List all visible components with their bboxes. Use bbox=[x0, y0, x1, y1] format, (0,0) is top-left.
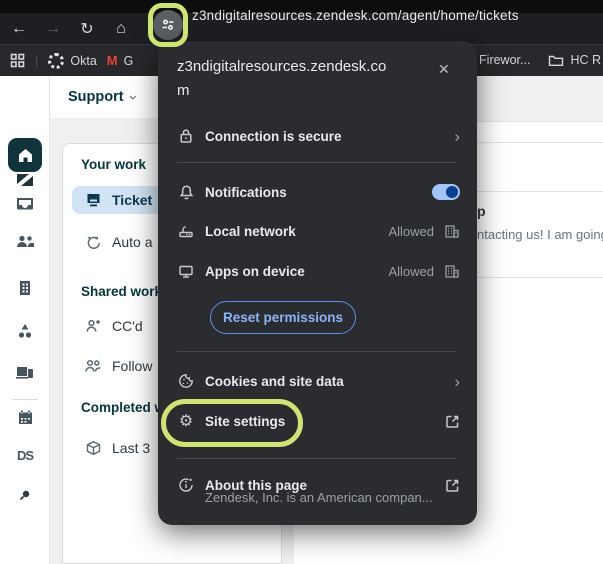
screenshot-stage: ← → ↻ ⌂ z3ndigitalresources.zendesk.com/… bbox=[0, 0, 603, 564]
back-icon: ← bbox=[11, 19, 27, 37]
popup-divider bbox=[177, 351, 456, 352]
info-icon bbox=[177, 477, 195, 493]
connection-secure-label: Connection is secure bbox=[205, 128, 342, 144]
external-link-icon bbox=[445, 414, 460, 429]
popup-site-title-line2: m bbox=[177, 82, 190, 99]
apps-on-device-label: Apps on device bbox=[205, 263, 305, 279]
highlight-ring-site-settings bbox=[161, 399, 303, 447]
nav-item-tickets-label: Ticket bbox=[112, 192, 153, 208]
notifications-label: Notifications bbox=[205, 184, 287, 200]
reset-permissions-label: Reset permissions bbox=[222, 310, 344, 325]
popup-divider bbox=[177, 162, 456, 163]
home-filled-icon bbox=[17, 147, 34, 164]
section-heading-your-work: Your work bbox=[81, 157, 147, 172]
sidebar-item-views[interactable] bbox=[0, 194, 50, 212]
address-bar-url[interactable]: z3ndigitalresources.zendesk.com/agent/ho… bbox=[192, 0, 519, 31]
close-icon: ✕ bbox=[438, 61, 450, 77]
policy-building-icon bbox=[444, 224, 460, 239]
sidebar-item-reporting[interactable] bbox=[0, 322, 50, 340]
auto-assign-icon bbox=[84, 234, 102, 251]
nav-item-ccd-label: CC'd bbox=[112, 318, 143, 334]
highlight-ring-tune-icon bbox=[148, 3, 188, 47]
notifications-row: Notifications bbox=[177, 177, 460, 207]
home-button[interactable]: ⌂ bbox=[106, 16, 136, 42]
sidebar-item-customers[interactable] bbox=[0, 234, 50, 250]
bookmark-folder-hc[interactable]: HC R bbox=[548, 53, 601, 67]
gmail-icon: M bbox=[106, 53, 118, 68]
popup-site-title-line1: z3ndigitalresources.zendesk.co bbox=[177, 58, 387, 75]
apps-on-device-status: Allowed bbox=[388, 263, 434, 279]
chevron-down-icon: › bbox=[124, 94, 142, 100]
toggle-knob bbox=[446, 186, 458, 198]
ticket-subject-fragment[interactable]: p bbox=[477, 203, 486, 219]
connection-secure-row[interactable]: Connection is secure › bbox=[177, 121, 460, 151]
people-icon bbox=[84, 358, 102, 374]
home-icon: ⌂ bbox=[116, 19, 126, 37]
okta-icon bbox=[48, 52, 65, 69]
close-button[interactable]: ✕ bbox=[438, 61, 450, 78]
cookie-icon bbox=[177, 373, 195, 389]
forward-icon: → bbox=[45, 19, 61, 37]
ticket-preview-fragment: ntacting us! I am going to bbox=[477, 227, 603, 242]
sidebar-item-calendar[interactable] bbox=[0, 409, 50, 426]
nav-item-following-label: Follow bbox=[112, 358, 153, 374]
bookmark-gmail[interactable]: M G bbox=[107, 53, 134, 68]
chevron-right-icon: › bbox=[454, 126, 460, 146]
bell-icon bbox=[177, 184, 195, 200]
apps-on-device-row: Apps on device Allowed bbox=[177, 256, 460, 286]
ticket-icon bbox=[84, 192, 102, 208]
sidebar-item-app-ds[interactable]: DS bbox=[0, 448, 50, 463]
nav-item-last-30-label: Last 3 bbox=[112, 440, 151, 456]
ds-app-icon: DS bbox=[16, 448, 34, 463]
apps-grid-icon bbox=[10, 53, 25, 68]
section-heading-completed-work: Completed w bbox=[81, 400, 166, 415]
site-info-popup: z3ndigitalresources.zendesk.co m ✕ Conne… bbox=[158, 41, 477, 525]
bookmark-okta[interactable]: Okta bbox=[48, 52, 97, 69]
back-button[interactable]: ← bbox=[4, 16, 34, 42]
sidebar-item-guide[interactable] bbox=[0, 364, 50, 381]
notifications-toggle[interactable] bbox=[432, 184, 460, 200]
forward-button[interactable]: → bbox=[38, 16, 68, 42]
cookies-label: Cookies and site data bbox=[205, 373, 344, 389]
about-this-page-subtitle: Zendesk, Inc. is an American compan... bbox=[205, 490, 433, 505]
monitor-icon bbox=[177, 264, 195, 279]
popup-divider bbox=[177, 458, 456, 459]
local-network-status: Allowed bbox=[388, 223, 434, 239]
zendesk-sidebar: DS bbox=[0, 76, 50, 564]
reload-button[interactable]: ↻ bbox=[72, 16, 102, 42]
cookies-row[interactable]: Cookies and site data › bbox=[177, 366, 460, 396]
popup-site-title: z3ndigitalresources.zendesk.co m bbox=[177, 55, 441, 103]
router-icon bbox=[177, 223, 195, 239]
bookmark-fireworks[interactable]: Firewor... bbox=[479, 53, 530, 67]
nav-item-auto-assign-label: Auto a bbox=[112, 234, 153, 250]
external-link-icon bbox=[445, 478, 460, 493]
product-name: Support bbox=[68, 89, 124, 105]
bookmarks-separator: | bbox=[35, 53, 39, 68]
sidebar-divider bbox=[12, 399, 38, 400]
sidebar-item-search[interactable] bbox=[0, 488, 50, 502]
local-network-label: Local network bbox=[205, 223, 296, 239]
folder-icon bbox=[548, 53, 564, 67]
chevron-right-icon: › bbox=[454, 371, 460, 391]
all-bookmarks-button[interactable] bbox=[10, 53, 25, 68]
policy-building-icon bbox=[444, 264, 460, 279]
lock-icon bbox=[177, 128, 195, 144]
reset-permissions-button[interactable]: Reset permissions bbox=[210, 301, 356, 334]
bookmark-hc-label: HC R bbox=[570, 53, 601, 67]
local-network-row: Local network Allowed bbox=[177, 216, 460, 246]
sidebar-item-organizations[interactable] bbox=[0, 279, 50, 297]
bookmarks-bar-right: Firewor... HC R bbox=[479, 44, 603, 76]
bookmark-gmail-label: G bbox=[123, 53, 134, 68]
reload-icon: ↻ bbox=[80, 20, 94, 38]
bookmark-okta-label: Okta bbox=[70, 53, 97, 68]
cube-icon bbox=[84, 440, 102, 457]
section-heading-shared-work: Shared work bbox=[81, 284, 163, 299]
sidebar-item-home[interactable] bbox=[8, 138, 42, 172]
person-plus-icon bbox=[84, 318, 102, 334]
product-switcher[interactable]: Support › bbox=[68, 89, 142, 106]
